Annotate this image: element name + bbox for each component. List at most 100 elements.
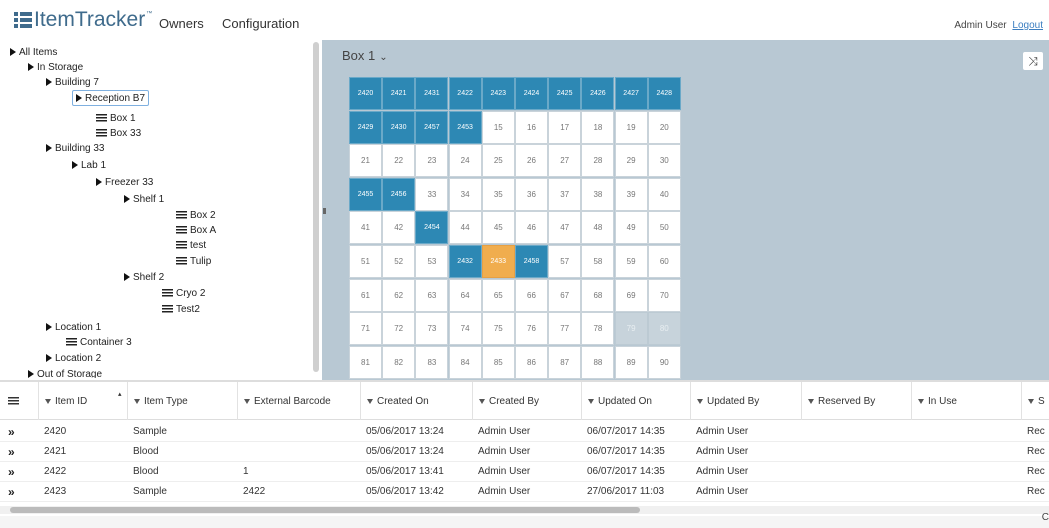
panel-splitter[interactable] — [323, 208, 326, 214]
tree-node[interactable]: Box 2 — [176, 208, 216, 222]
box-cell[interactable]: 59 — [614, 245, 648, 278]
tree-node[interactable]: Reception B7 — [72, 90, 150, 106]
box-cell[interactable]: 27 — [548, 144, 582, 178]
box-cell[interactable]: 37 — [548, 177, 582, 211]
box-cell[interactable]: 18 — [581, 110, 615, 144]
expand-row-icon[interactable]: » — [8, 486, 15, 498]
box-cell[interactable]: 2454 — [415, 211, 449, 245]
box-cell[interactable]: 23 — [415, 144, 449, 178]
box-cell[interactable]: 89 — [614, 345, 648, 379]
box-cell[interactable]: 73 — [415, 312, 449, 346]
box-cell[interactable]: 26 — [515, 144, 548, 178]
filter-icon[interactable] — [918, 398, 924, 404]
tree-node[interactable]: Location 2 — [46, 351, 101, 365]
filter-icon[interactable] — [367, 398, 373, 404]
box-cell[interactable]: 83 — [415, 345, 449, 379]
box-cell[interactable]: 2424 — [515, 77, 548, 110]
box-cell[interactable]: 2455 — [349, 177, 382, 211]
tree-node[interactable]: Container 3 — [66, 335, 132, 349]
tree-node[interactable]: Shelf 1 — [124, 192, 164, 206]
box-cell[interactable]: 2432 — [448, 245, 482, 278]
box-cell[interactable]: 2456 — [382, 177, 416, 211]
box-cell[interactable]: 84 — [448, 345, 482, 379]
box-cell[interactable]: 51 — [349, 245, 382, 278]
box-cell[interactable]: 35 — [481, 177, 515, 211]
box-cell[interactable]: 44 — [448, 211, 482, 245]
nav-owners[interactable]: Owners — [159, 16, 204, 31]
expand-row-icon[interactable]: » — [8, 446, 15, 458]
tree-node[interactable]: Cryo 2 — [162, 286, 205, 300]
tree-node[interactable]: In Storage — [28, 60, 83, 74]
column-header[interactable]: In Use — [911, 382, 1021, 420]
box-cell[interactable]: 25 — [481, 144, 515, 178]
box-cell[interactable]: 39 — [614, 177, 648, 211]
box-cell[interactable]: 34 — [448, 177, 482, 211]
column-header[interactable]: Reserved By — [801, 382, 911, 420]
column-header[interactable]: Updated By — [690, 382, 801, 420]
box-cell[interactable]: 2425 — [548, 77, 582, 110]
box-cell[interactable]: 46 — [515, 211, 548, 245]
filter-icon[interactable] — [808, 398, 814, 404]
tree-node[interactable]: All Items — [10, 45, 57, 59]
logout-link[interactable]: Logout — [1012, 20, 1043, 31]
app-logo[interactable]: ItemTracker ™ — [14, 8, 152, 32]
box-cell[interactable]: 77 — [548, 312, 582, 346]
tree-node[interactable]: test — [176, 238, 206, 252]
box-cell[interactable]: 2426 — [581, 77, 615, 110]
box-cell[interactable]: 72 — [382, 312, 416, 346]
filter-icon[interactable] — [45, 398, 51, 404]
tree-node[interactable]: Test2 — [162, 302, 200, 316]
box-cell[interactable]: 65 — [481, 278, 515, 312]
box-cell[interactable]: 2429 — [349, 110, 382, 144]
box-cell[interactable]: 88 — [581, 345, 615, 379]
column-header[interactable]: Updated On — [581, 382, 690, 420]
box-cell[interactable]: 45 — [481, 211, 515, 245]
box-cell[interactable]: 74 — [448, 312, 482, 346]
box-cell[interactable]: 47 — [548, 211, 582, 245]
box-cell[interactable]: 69 — [614, 278, 648, 312]
box-cell[interactable]: 24 — [448, 144, 482, 178]
box-cell[interactable]: 15 — [481, 110, 515, 144]
table-row[interactable]: » 2423 Sample 2422 05/06/2017 13:42 Admin Use… — [0, 482, 1049, 502]
column-header[interactable]: Item ID ▴ — [38, 382, 127, 420]
shuffle-button[interactable]: ⤨ — [1023, 52, 1043, 70]
box-cell[interactable]: 42 — [382, 211, 416, 245]
box-selector[interactable]: Box 1 ⌄ — [342, 48, 388, 63]
box-cell[interactable]: 19 — [614, 110, 648, 144]
box-cell[interactable]: 21 — [349, 144, 382, 178]
column-header[interactable]: S — [1021, 382, 1049, 420]
box-cell[interactable]: 61 — [349, 278, 382, 312]
box-cell[interactable]: 71 — [349, 312, 382, 346]
box-cell[interactable]: 57 — [548, 245, 582, 278]
tree-node[interactable]: Box A — [176, 223, 216, 237]
box-cell[interactable]: 40 — [647, 177, 681, 211]
box-cell[interactable]: 53 — [415, 245, 449, 278]
box-cell[interactable]: 49 — [614, 211, 648, 245]
box-cell[interactable]: 2430 — [382, 110, 416, 144]
box-cell[interactable]: 2433 — [481, 245, 515, 278]
box-cell[interactable]: 16 — [515, 110, 548, 144]
box-cell[interactable]: 58 — [581, 245, 615, 278]
tree-node[interactable]: Out of Storage — [28, 367, 102, 378]
column-header[interactable]: External Barcode — [237, 382, 360, 420]
table-row[interactable]: » 2422 Blood 1 05/06/2017 13:41 Admin User 06/… — [0, 462, 1049, 482]
box-cell[interactable]: 2427 — [614, 77, 648, 110]
box-cell[interactable]: 17 — [548, 110, 582, 144]
box-cell[interactable]: 2453 — [448, 110, 482, 144]
box-cell[interactable]: 36 — [515, 177, 548, 211]
box-cell[interactable]: 2431 — [415, 77, 449, 110]
box-cell[interactable]: 62 — [382, 278, 416, 312]
box-cell[interactable]: 80 — [647, 312, 681, 346]
filter-icon[interactable] — [479, 398, 485, 404]
box-cell[interactable]: 90 — [647, 345, 681, 379]
expand-row-icon[interactable]: » — [8, 426, 15, 438]
horizontal-scrollbar-thumb[interactable] — [10, 507, 640, 513]
box-cell[interactable]: 2423 — [481, 77, 515, 110]
box-cell[interactable]: 82 — [382, 345, 416, 379]
tree-scrollbar[interactable] — [313, 42, 319, 372]
box-cell[interactable]: 64 — [448, 278, 482, 312]
tree-node[interactable]: Tulip — [176, 254, 211, 268]
box-cell[interactable]: 28 — [581, 144, 615, 178]
box-cell[interactable]: 30 — [647, 144, 681, 178]
box-cell[interactable]: 33 — [415, 177, 449, 211]
